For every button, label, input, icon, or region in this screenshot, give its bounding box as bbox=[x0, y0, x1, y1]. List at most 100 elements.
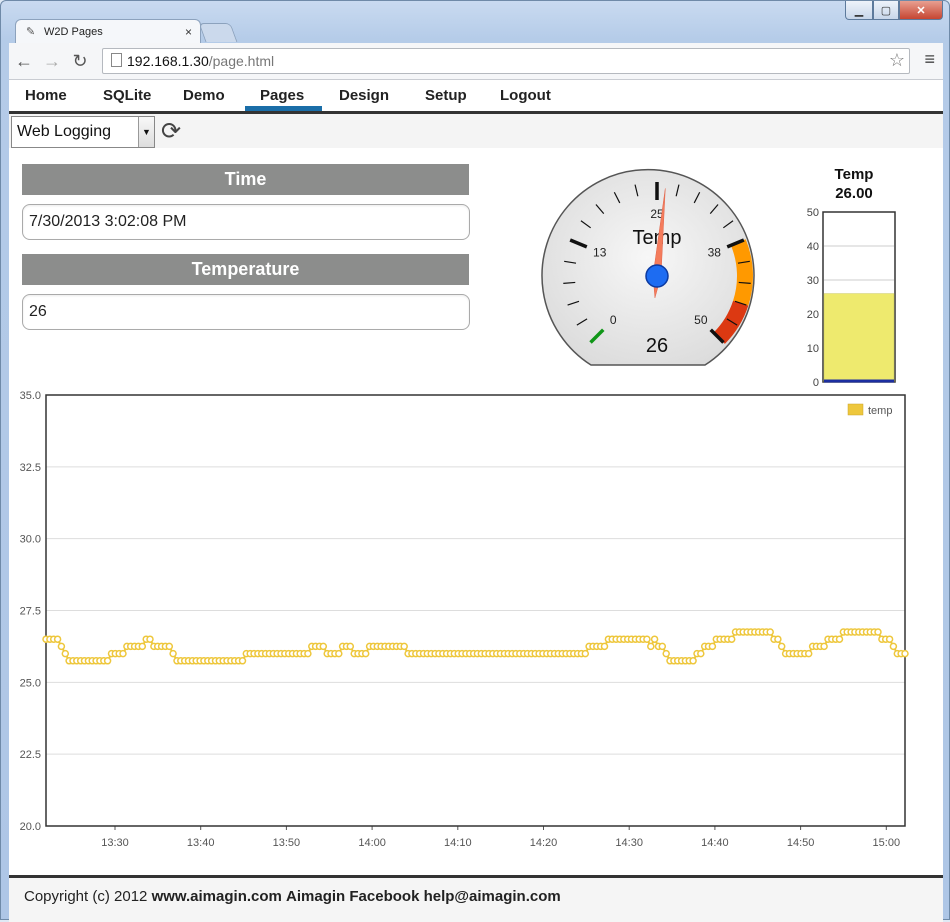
page-content: Home SQLite Demo Pages Design Setup Logo… bbox=[9, 80, 943, 922]
temp-data-point bbox=[708, 642, 717, 651]
favicon-icon: ✎ bbox=[26, 26, 36, 38]
gauge-hub bbox=[645, 264, 669, 288]
temp-data-point bbox=[53, 635, 62, 643]
temp-line-chart: 35.0 32.5 30.0 27.5 25.0 22.5 20.0 13:30 13:40 1… bbox=[20, 390, 909, 849]
temp-data-point bbox=[820, 642, 828, 651]
gauge-tick-label: 50 bbox=[694, 313, 708, 327]
gauge-value: 26 bbox=[646, 335, 668, 357]
temp-data-point bbox=[138, 642, 147, 651]
gauge-tick-label: 38 bbox=[708, 245, 722, 259]
temp-bar-gauge: 50403020100 bbox=[807, 207, 896, 389]
y-tick-label: 35.0 bbox=[20, 390, 41, 402]
temperature-header: Temperature bbox=[22, 254, 469, 285]
bar-gauge-value: 26.00 bbox=[835, 185, 873, 202]
temp-data-point bbox=[346, 642, 355, 651]
browser-tab[interactable]: ✎ W2D Pages × bbox=[15, 19, 201, 44]
time-header: Time bbox=[22, 164, 469, 195]
y-tick-label: 20.0 bbox=[20, 821, 41, 833]
page-icon bbox=[111, 53, 122, 67]
temp-data-point bbox=[169, 649, 177, 658]
minimize-icon[interactable]: ▁ bbox=[845, 1, 873, 20]
temp-data-point bbox=[103, 657, 112, 665]
footer-facebook-link[interactable]: Aimagin Facebook bbox=[286, 888, 419, 905]
temp-data-point bbox=[662, 649, 670, 658]
temp-data-point bbox=[581, 649, 590, 658]
window-controls: ▁ ▢ ✕ bbox=[845, 1, 943, 21]
tab-close-icon[interactable]: × bbox=[185, 25, 192, 39]
temperature-field[interactable]: 26 bbox=[22, 294, 470, 330]
gauge-tick-label: 13 bbox=[593, 245, 607, 259]
x-tick-label: 14:10 bbox=[444, 837, 472, 849]
y-tick-label: 32.5 bbox=[20, 462, 41, 474]
nav-active-indicator bbox=[245, 106, 322, 111]
address-bar[interactable]: 192.168.1.30/page.html ☆ bbox=[102, 48, 910, 74]
refresh-icon[interactable]: ⟳ bbox=[161, 117, 181, 146]
temp-data-point bbox=[361, 649, 370, 658]
temp-data-point bbox=[319, 642, 328, 651]
time-field[interactable]: 7/30/2013 3:02:08 PM bbox=[22, 204, 470, 240]
temp-data-point bbox=[600, 642, 609, 651]
bar-tick-label: 10 bbox=[807, 343, 819, 355]
tab-title: W2D Pages bbox=[44, 26, 103, 38]
nav-design[interactable]: Design bbox=[339, 87, 389, 104]
nav-sqlite[interactable]: SQLite bbox=[103, 87, 151, 104]
star-icon[interactable]: ☆ bbox=[889, 50, 905, 71]
back-icon[interactable]: ← bbox=[13, 51, 35, 72]
x-tick-label: 14:30 bbox=[615, 837, 643, 849]
temp-data-point bbox=[647, 642, 655, 651]
temp-data-point bbox=[304, 649, 312, 658]
x-tick-label: 13:30 bbox=[101, 837, 129, 849]
chevron-down-icon: ▼ bbox=[138, 117, 154, 147]
temp-data-point bbox=[400, 642, 408, 651]
maximize-icon[interactable]: ▢ bbox=[873, 1, 899, 20]
footer-site-link[interactable]: www.aimagin.com bbox=[152, 888, 282, 905]
nav-home[interactable]: Home bbox=[25, 87, 67, 104]
nav-bar: Home SQLite Demo Pages Design Setup Logo… bbox=[9, 80, 943, 114]
footer: Copyright (c) 2012 www.aimagin.com Aimag… bbox=[9, 875, 943, 922]
temp-data-point bbox=[335, 649, 343, 658]
footer-text: Copyright (c) 2012 www.aimagin.com Aimag… bbox=[24, 888, 561, 905]
x-tick-label: 13:40 bbox=[187, 837, 215, 849]
url-text: 192.168.1.30/page.html bbox=[127, 53, 275, 69]
bar-tick-label: 40 bbox=[807, 241, 819, 253]
reload-icon[interactable]: ↻ bbox=[69, 51, 91, 72]
x-tick-label: 15:00 bbox=[873, 837, 901, 849]
temp-data-point bbox=[689, 657, 697, 665]
temp-data-point bbox=[885, 635, 894, 643]
x-tick-label: 14:20 bbox=[530, 837, 558, 849]
temp-data-point bbox=[238, 657, 247, 665]
page-select[interactable]: Web Logging ▼ bbox=[11, 116, 155, 148]
temp-dial-gauge: 013253850 Temp 26 bbox=[541, 168, 755, 366]
temp-data-point bbox=[650, 635, 659, 643]
nav-demo[interactable]: Demo bbox=[183, 87, 225, 104]
bar-tick-label: 20 bbox=[807, 309, 819, 321]
temp-data-point bbox=[777, 642, 786, 651]
y-tick-label: 30.0 bbox=[20, 534, 41, 546]
legend-swatch bbox=[847, 403, 864, 416]
temp-data-point bbox=[697, 649, 705, 658]
x-tick-label: 13:50 bbox=[273, 837, 301, 849]
menu-icon[interactable]: ≡ bbox=[924, 49, 935, 70]
forward-icon[interactable]: → bbox=[41, 51, 63, 72]
bar-tick-label: 50 bbox=[807, 207, 819, 219]
browser-toolbar: ← → ↻ 192.168.1.30/page.html ☆ ≡ bbox=[9, 43, 943, 80]
nav-logout[interactable]: Logout bbox=[500, 87, 551, 104]
temp-data-point bbox=[61, 649, 70, 658]
temp-data-point bbox=[57, 642, 66, 651]
browser-window: ▁ ▢ ✕ ✎ W2D Pages × ← → ↻ 192.168.1.30/p… bbox=[0, 0, 950, 922]
temp-data-point bbox=[874, 628, 882, 636]
footer-email-link[interactable]: help@aimagin.com bbox=[424, 888, 561, 905]
nav-pages[interactable]: Pages bbox=[260, 87, 304, 104]
y-tick-label: 27.5 bbox=[20, 606, 41, 618]
temp-data-point bbox=[643, 635, 651, 643]
close-window-icon[interactable]: ✕ bbox=[899, 1, 943, 20]
temp-data-point bbox=[901, 649, 909, 658]
bar-tick-label: 30 bbox=[807, 275, 819, 287]
nav-setup[interactable]: Setup bbox=[425, 87, 467, 104]
bar-gauge-fill bbox=[823, 293, 895, 383]
x-tick-label: 14:50 bbox=[787, 837, 815, 849]
x-tick-label: 14:40 bbox=[701, 837, 729, 849]
new-tab-button[interactable] bbox=[198, 23, 238, 42]
temp-data-point bbox=[889, 642, 898, 651]
temp-data-point bbox=[165, 642, 174, 651]
